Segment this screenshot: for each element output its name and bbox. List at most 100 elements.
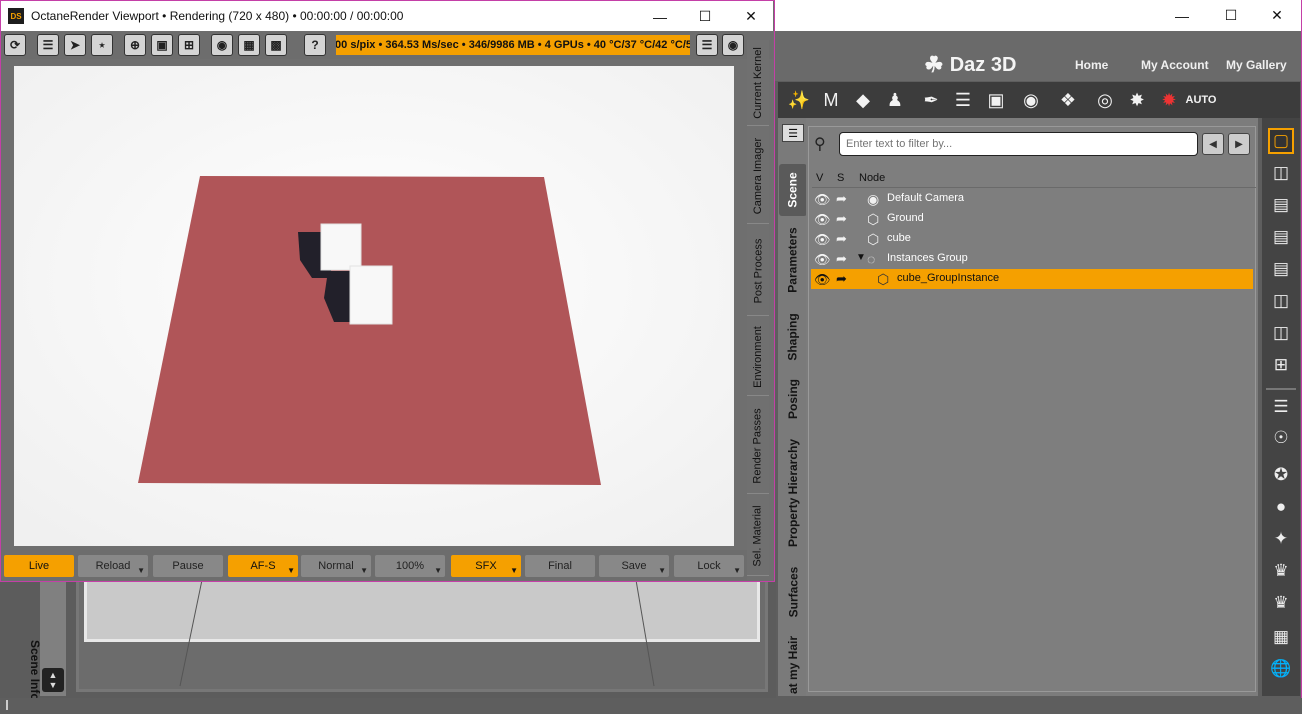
column-selectable[interactable]: S <box>837 172 844 184</box>
pause-button[interactable]: Pause <box>153 555 223 577</box>
dropdown-icon[interactable]: ▼ <box>510 566 518 575</box>
camera-tool-icon[interactable]: ◉ <box>1018 86 1044 114</box>
layout-single-icon[interactable]: ▢ <box>1268 128 1294 154</box>
camera-icon[interactable]: ◉ <box>722 34 744 56</box>
surface-selection-icon[interactable]: ◆ <box>850 86 876 114</box>
select-arrow-icon[interactable]: ➦ <box>836 251 847 267</box>
dropdown-icon[interactable]: ▼ <box>287 566 295 575</box>
grid-tool-icon[interactable]: ▦ <box>1268 624 1294 650</box>
transform-tool-icon[interactable]: ✦ <box>1268 526 1294 552</box>
maximize-button[interactable]: ☐ <box>1208 0 1254 31</box>
column-node[interactable]: Node <box>859 172 885 184</box>
tab-environment[interactable]: Environment <box>747 318 769 396</box>
network-icon[interactable]: ⋆ <box>91 34 113 56</box>
octane-maximize-button[interactable]: ☐ <box>682 1 728 32</box>
pose-tool-icon[interactable]: ✪ <box>1268 462 1294 488</box>
tab-hair[interactable]: at my Hair <box>779 634 807 696</box>
tab-current-kernel[interactable]: Current Kernel <box>747 40 769 126</box>
figure-shape-icon[interactable]: ♛ <box>1268 590 1294 616</box>
octane-minimize-button[interactable]: — <box>637 1 683 32</box>
eye-icon[interactable]: 👁 <box>814 212 831 228</box>
auto-render-icon[interactable]: AUTO <box>1186 86 1217 114</box>
refresh-icon[interactable]: ⟳ <box>4 34 26 56</box>
minimize-button[interactable]: — <box>1159 0 1205 31</box>
tab-post-process[interactable]: Post Process <box>747 226 769 316</box>
sfx-button[interactable]: SFX ▼ <box>451 555 521 577</box>
tab-shaping[interactable]: Shaping <box>779 308 807 366</box>
line-tool-icon[interactable]: ☰ <box>950 86 976 114</box>
circle-target-icon[interactable]: ☉ <box>1268 425 1294 451</box>
morph-tool-icon[interactable]: M <box>818 86 844 114</box>
save-button[interactable]: Save ▼ <box>599 555 669 577</box>
tab-property-hierarchy[interactable]: Property Hierarchy <box>779 434 807 552</box>
nav-home-link[interactable]: Home <box>1075 58 1108 72</box>
select-arrow-icon[interactable]: ➦ <box>836 191 847 207</box>
help-icon[interactable]: ? <box>304 34 326 56</box>
dropdown-icon[interactable]: ▼ <box>360 566 368 575</box>
normal-button[interactable]: Normal ▼ <box>301 555 371 577</box>
lock-button[interactable]: Lock ▼ <box>674 555 744 577</box>
load-icon[interactable]: ➤ <box>64 34 86 56</box>
layout-right-icon[interactable]: ◫ <box>1268 320 1294 346</box>
layout-quad-icon[interactable]: ⊞ <box>1268 352 1294 378</box>
nav-my-account-link[interactable]: My Account <box>1141 58 1209 72</box>
daz-logo[interactable]: ☘ Daz 3D <box>924 52 1016 78</box>
render-camera-icon[interactable]: ◎ <box>1092 86 1118 114</box>
select-arrow-icon[interactable]: ➦ <box>836 211 847 227</box>
final-button[interactable]: Final <box>525 555 595 577</box>
select-arrow-icon[interactable]: ➦ <box>836 271 847 287</box>
tab-parameters[interactable]: Parameters <box>779 222 807 298</box>
filter-back-button[interactable]: ◀ <box>1202 133 1224 155</box>
list-indent-icon[interactable]: ☰ <box>37 34 59 56</box>
layout-split-horizontal-icon[interactable]: ▤ <box>1268 192 1294 218</box>
globe-icon[interactable]: 🌐 <box>1268 656 1294 682</box>
eye-icon[interactable]: 👁 <box>814 192 831 208</box>
eye-icon[interactable]: 👁 <box>814 232 831 248</box>
scene-filter-input[interactable] <box>839 132 1198 156</box>
scroll-stepper[interactable]: ▲ ▼ <box>42 668 64 692</box>
select-arrow-icon[interactable]: ➦ <box>836 231 847 247</box>
filter-forward-button[interactable]: ▶ <box>1228 133 1250 155</box>
tab-posing[interactable]: Posing <box>779 374 807 424</box>
tree-row[interactable]: 👁 ➦ ▼ ◌ Instances Group <box>811 249 1253 269</box>
live-button[interactable]: Live <box>4 555 74 577</box>
tab-render-passes[interactable]: Render Passes <box>747 398 769 494</box>
tab-surfaces[interactable]: Surfaces <box>779 562 807 622</box>
joint-editor-icon[interactable]: ✨ <box>786 86 812 114</box>
render-settings-icon[interactable]: ✸ <box>1124 86 1150 114</box>
figure-tool-icon[interactable]: ♟ <box>882 86 908 114</box>
eye-icon[interactable]: 👁 <box>814 252 831 268</box>
tree-row-selected[interactable]: 👁 ➦ ⬡ cube_GroupInstance <box>811 269 1253 289</box>
layout-left-icon[interactable]: ◫ <box>1268 288 1294 314</box>
octane-render-icon[interactable]: ✹ <box>1156 86 1182 114</box>
figure-pose-icon[interactable]: ♛ <box>1268 558 1294 584</box>
dropdown-icon[interactable]: ▼ <box>137 566 145 575</box>
align-left-icon[interactable]: ☰ <box>1268 394 1294 420</box>
target-icon[interactable]: ⊕ <box>124 34 146 56</box>
grid-4-icon[interactable]: ⊞ <box>178 34 200 56</box>
tree-row[interactable]: 👁 ➦ ⬡ Ground <box>811 209 1253 229</box>
layout-bottom-icon[interactable]: ▤ <box>1268 224 1294 250</box>
eye-icon[interactable]: 👁 <box>814 272 831 288</box>
grid-icon[interactable]: ▦ <box>238 34 260 56</box>
dropdown-icon[interactable]: ▼ <box>434 566 442 575</box>
tree-row[interactable]: 👁 ➦ ◉ Default Camera <box>811 189 1253 209</box>
circle-icon[interactable]: ◉ <box>211 34 233 56</box>
layout-top-icon[interactable]: ▤ <box>1268 256 1294 282</box>
nav-my-gallery-link[interactable]: My Gallery <box>1226 58 1287 72</box>
brush-tool-icon[interactable]: ✒ <box>918 86 944 114</box>
reload-button[interactable]: Reload ▼ <box>78 555 148 577</box>
geometry-editor-icon[interactable]: ▣ <box>983 86 1009 114</box>
tab-scene[interactable]: Scene <box>779 164 807 216</box>
pane-options-icon[interactable]: ☰ <box>782 124 804 142</box>
zoom-button[interactable]: 100% ▼ <box>375 555 445 577</box>
list-icon[interactable]: ☰ <box>696 34 718 56</box>
tab-sel-material[interactable]: Sel. Material <box>747 496 769 576</box>
chevron-down-icon[interactable]: ▼ <box>856 252 866 263</box>
spot-render-icon[interactable]: ❖ <box>1055 86 1081 114</box>
focus-frame-icon[interactable]: ▣ <box>151 34 173 56</box>
tree-row[interactable]: 👁 ➦ ⬡ cube <box>811 229 1253 249</box>
image-icon[interactable]: ▩ <box>265 34 287 56</box>
node-tool-icon[interactable]: ● <box>1268 494 1294 520</box>
tab-camera-imager[interactable]: Camera Imager <box>747 128 769 224</box>
